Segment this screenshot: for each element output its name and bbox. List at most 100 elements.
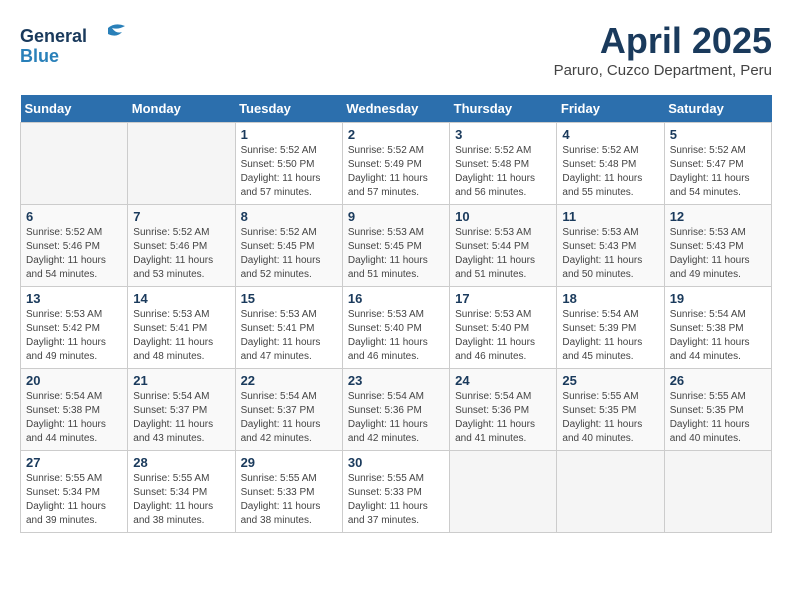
- day-detail: Sunrise: 5:53 AMSunset: 5:43 PMDaylight:…: [670, 226, 766, 282]
- day-detail: Sunrise: 5:53 AMSunset: 5:43 PMDaylight:…: [562, 226, 658, 282]
- svg-text:General: General: [20, 26, 87, 46]
- weekday-header: Monday: [128, 95, 235, 123]
- day-detail: Sunrise: 5:53 AMSunset: 5:40 PMDaylight:…: [455, 308, 551, 364]
- day-detail: Sunrise: 5:54 AMSunset: 5:38 PMDaylight:…: [26, 390, 122, 446]
- day-number: 21: [133, 373, 229, 388]
- day-number: 23: [348, 373, 444, 388]
- calendar-cell: [450, 451, 557, 533]
- calendar-cell: 17 Sunrise: 5:53 AMSunset: 5:40 PMDayligh…: [450, 287, 557, 369]
- weekday-header: Friday: [557, 95, 664, 123]
- calendar-cell: 10 Sunrise: 5:53 AMSunset: 5:44 PMDayligh…: [450, 205, 557, 287]
- day-detail: Sunrise: 5:52 AMSunset: 5:50 PMDaylight:…: [241, 144, 337, 200]
- calendar-cell: 26 Sunrise: 5:55 AMSunset: 5:35 PMDayligh…: [664, 369, 771, 451]
- day-number: 15: [241, 291, 337, 306]
- day-number: 12: [670, 209, 766, 224]
- day-detail: Sunrise: 5:54 AMSunset: 5:37 PMDaylight:…: [241, 390, 337, 446]
- calendar-table: SundayMondayTuesdayWednesdayThursdayFrid…: [20, 95, 772, 533]
- calendar-week-row: 1 Sunrise: 5:52 AMSunset: 5:50 PMDaylight…: [21, 123, 772, 205]
- page-header: General Blue April 2025 Paruro, Cuzco De…: [20, 20, 772, 79]
- calendar-week-row: 13Sunrise: 5:53 AMSunset: 5:42 PMDayligh…: [21, 287, 772, 369]
- logo: General Blue: [20, 20, 130, 72]
- calendar-cell: 15Sunrise: 5:53 AMSunset: 5:41 PMDayligh…: [235, 287, 342, 369]
- calendar-cell: 7 Sunrise: 5:52 AMSunset: 5:46 PMDaylight…: [128, 205, 235, 287]
- calendar-cell: 20Sunrise: 5:54 AMSunset: 5:38 PMDayligh…: [21, 369, 128, 451]
- weekday-header: Tuesday: [235, 95, 342, 123]
- day-number: 17: [455, 291, 551, 306]
- calendar-cell: 12 Sunrise: 5:53 AMSunset: 5:43 PMDayligh…: [664, 205, 771, 287]
- day-detail: Sunrise: 5:54 AMSunset: 5:39 PMDaylight:…: [562, 308, 658, 364]
- day-detail: Sunrise: 5:54 AMSunset: 5:38 PMDaylight:…: [670, 308, 766, 364]
- day-number: 4: [562, 127, 658, 142]
- day-detail: Sunrise: 5:54 AMSunset: 5:36 PMDaylight:…: [348, 390, 444, 446]
- day-detail: Sunrise: 5:53 AMSunset: 5:44 PMDaylight:…: [455, 226, 551, 282]
- calendar-week-row: 6 Sunrise: 5:52 AMSunset: 5:46 PMDaylight…: [21, 205, 772, 287]
- calendar-cell: 29Sunrise: 5:55 AMSunset: 5:33 PMDayligh…: [235, 451, 342, 533]
- day-detail: Sunrise: 5:52 AMSunset: 5:46 PMDaylight:…: [26, 226, 122, 282]
- calendar-cell: 1 Sunrise: 5:52 AMSunset: 5:50 PMDaylight…: [235, 123, 342, 205]
- day-detail: Sunrise: 5:55 AMSunset: 5:35 PMDaylight:…: [670, 390, 766, 446]
- day-number: 3: [455, 127, 551, 142]
- calendar-cell: [557, 451, 664, 533]
- day-number: 28: [133, 455, 229, 470]
- day-detail: Sunrise: 5:53 AMSunset: 5:42 PMDaylight:…: [26, 308, 122, 364]
- day-number: 16: [348, 291, 444, 306]
- day-number: 29: [241, 455, 337, 470]
- day-detail: Sunrise: 5:52 AMSunset: 5:48 PMDaylight:…: [562, 144, 658, 200]
- day-number: 19: [670, 291, 766, 306]
- day-number: 7: [133, 209, 229, 224]
- calendar-cell: 14Sunrise: 5:53 AMSunset: 5:41 PMDayligh…: [128, 287, 235, 369]
- calendar-cell: 13Sunrise: 5:53 AMSunset: 5:42 PMDayligh…: [21, 287, 128, 369]
- day-number: 27: [26, 455, 122, 470]
- day-number: 26: [670, 373, 766, 388]
- day-detail: Sunrise: 5:55 AMSunset: 5:33 PMDaylight:…: [348, 472, 444, 528]
- header-row: SundayMondayTuesdayWednesdayThursdayFrid…: [21, 95, 772, 123]
- calendar-cell: 24Sunrise: 5:54 AMSunset: 5:36 PMDayligh…: [450, 369, 557, 451]
- calendar-cell: 30 Sunrise: 5:55 AMSunset: 5:33 PMDayligh…: [342, 451, 449, 533]
- day-number: 11: [562, 209, 658, 224]
- day-detail: Sunrise: 5:55 AMSunset: 5:34 PMDaylight:…: [133, 472, 229, 528]
- calendar-cell: 25 Sunrise: 5:55 AMSunset: 5:35 PMDayligh…: [557, 369, 664, 451]
- calendar-cell: [128, 123, 235, 205]
- day-detail: Sunrise: 5:53 AMSunset: 5:40 PMDaylight:…: [348, 308, 444, 364]
- day-detail: Sunrise: 5:52 AMSunset: 5:46 PMDaylight:…: [133, 226, 229, 282]
- calendar-cell: 22Sunrise: 5:54 AMSunset: 5:37 PMDayligh…: [235, 369, 342, 451]
- location-subtitle: Paruro, Cuzco Department, Peru: [554, 62, 772, 79]
- weekday-header: Thursday: [450, 95, 557, 123]
- calendar-cell: 2Sunrise: 5:52 AMSunset: 5:49 PMDaylight…: [342, 123, 449, 205]
- calendar-cell: 23 Sunrise: 5:54 AMSunset: 5:36 PMDayligh…: [342, 369, 449, 451]
- day-detail: Sunrise: 5:55 AMSunset: 5:35 PMDaylight:…: [562, 390, 658, 446]
- day-number: 18: [562, 291, 658, 306]
- day-detail: Sunrise: 5:52 AMSunset: 5:47 PMDaylight:…: [670, 144, 766, 200]
- calendar-cell: 18 Sunrise: 5:54 AMSunset: 5:39 PMDayligh…: [557, 287, 664, 369]
- day-detail: Sunrise: 5:52 AMSunset: 5:49 PMDaylight:…: [348, 144, 444, 200]
- calendar-cell: 19 Sunrise: 5:54 AMSunset: 5:38 PMDayligh…: [664, 287, 771, 369]
- calendar-cell: 27 Sunrise: 5:55 AMSunset: 5:34 PMDayligh…: [21, 451, 128, 533]
- weekday-header: Wednesday: [342, 95, 449, 123]
- day-number: 10: [455, 209, 551, 224]
- month-year-title: April 2025: [554, 20, 772, 62]
- calendar-cell: 16 Sunrise: 5:53 AMSunset: 5:40 PMDayligh…: [342, 287, 449, 369]
- calendar-cell: [21, 123, 128, 205]
- day-number: 6: [26, 209, 122, 224]
- day-number: 30: [348, 455, 444, 470]
- weekday-header: Saturday: [664, 95, 771, 123]
- day-number: 25: [562, 373, 658, 388]
- calendar-cell: 5 Sunrise: 5:52 AMSunset: 5:47 PMDaylight…: [664, 123, 771, 205]
- day-detail: Sunrise: 5:55 AMSunset: 5:34 PMDaylight:…: [26, 472, 122, 528]
- svg-text:Blue: Blue: [20, 46, 59, 66]
- calendar-cell: 4 Sunrise: 5:52 AMSunset: 5:48 PMDaylight…: [557, 123, 664, 205]
- day-number: 9: [348, 209, 444, 224]
- calendar-cell: 11 Sunrise: 5:53 AMSunset: 5:43 PMDayligh…: [557, 205, 664, 287]
- day-number: 5: [670, 127, 766, 142]
- calendar-week-row: 27 Sunrise: 5:55 AMSunset: 5:34 PMDayligh…: [21, 451, 772, 533]
- day-number: 1: [241, 127, 337, 142]
- calendar-cell: 8 Sunrise: 5:52 AMSunset: 5:45 PMDaylight…: [235, 205, 342, 287]
- calendar-week-row: 20Sunrise: 5:54 AMSunset: 5:38 PMDayligh…: [21, 369, 772, 451]
- calendar-cell: 6 Sunrise: 5:52 AMSunset: 5:46 PMDaylight…: [21, 205, 128, 287]
- calendar-cell: [664, 451, 771, 533]
- day-number: 24: [455, 373, 551, 388]
- day-number: 8: [241, 209, 337, 224]
- day-number: 14: [133, 291, 229, 306]
- day-detail: Sunrise: 5:52 AMSunset: 5:45 PMDaylight:…: [241, 226, 337, 282]
- calendar-cell: 3Sunrise: 5:52 AMSunset: 5:48 PMDaylight…: [450, 123, 557, 205]
